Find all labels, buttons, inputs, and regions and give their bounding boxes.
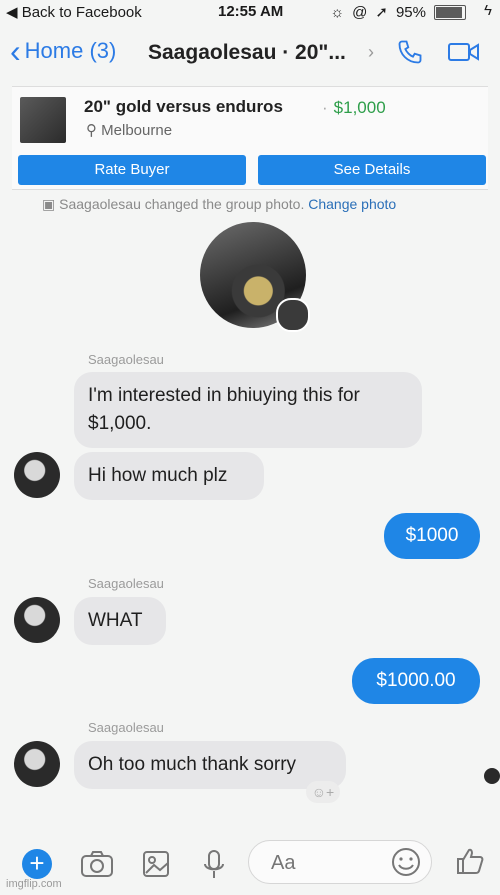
conversation-header: ‹ Home (3) Saagaolesau · 20"... › — [0, 30, 500, 82]
message-input[interactable] — [269, 851, 383, 876]
message-bubble-incoming[interactable]: Oh too much thank sorry — [74, 741, 346, 789]
status-bar: ◀ Back to Facebook 12:55 AM ☼ @ ➚ 95% ϟ — [0, 0, 500, 26]
brightness-icon: ☼ — [330, 3, 345, 21]
change-photo-link[interactable]: Change photo — [308, 196, 396, 212]
message-bubble-incoming[interactable]: Hi how much plz — [74, 452, 264, 500]
avatar[interactable] — [14, 597, 60, 643]
listing-thumbnail[interactable] — [20, 97, 66, 143]
status-icons: ☼ @ ➚ 95% — [330, 3, 466, 21]
battery-fill — [436, 6, 462, 18]
message-bubble-outgoing[interactable]: $1000.00 — [352, 658, 480, 704]
listing-title: 20" gold versus enduros — [84, 97, 283, 116]
location-icon: ➚ — [375, 4, 388, 21]
conversation-title[interactable]: Saagaolesau · 20"... — [148, 41, 346, 65]
sender-name: Saagaolesau — [88, 352, 164, 367]
video-call-icon[interactable] — [448, 41, 480, 63]
chevron-left-icon: ‹ — [10, 33, 21, 69]
listing-location-text: Melbourne — [101, 122, 173, 139]
phone-call-icon[interactable] — [396, 38, 424, 66]
microphone-icon[interactable] — [202, 849, 226, 881]
plus-icon[interactable]: + — [22, 849, 52, 879]
location-pin-icon: ⚲ — [86, 122, 102, 139]
seen-avatar — [484, 768, 500, 784]
marketplace-listing-card: 20" gold versus enduros · $1,000 ⚲ Melbou… — [12, 86, 488, 190]
battery-percent: 95% — [395, 3, 426, 21]
charging-icon: ϟ — [484, 2, 492, 19]
listing-location: ⚲ Melbourne — [86, 121, 172, 139]
listing-price: · $1,000 — [322, 98, 386, 117]
chevron-right-icon[interactable]: › — [368, 42, 374, 63]
system-message: ▣ Saagaolesau changed the group photo. C… — [42, 196, 396, 213]
avatar[interactable] — [14, 452, 60, 498]
home-back-button[interactable]: ‹ Home (3) — [10, 33, 117, 69]
gallery-icon[interactable] — [142, 849, 170, 879]
photo-icon: ▣ — [42, 196, 60, 212]
see-details-button[interactable]: See Details — [258, 155, 486, 185]
listing-price-value: $1,000 — [333, 98, 386, 117]
avatar[interactable] — [14, 741, 60, 787]
camera-icon[interactable] — [80, 849, 114, 879]
message-bubble-incoming[interactable]: I'm interested in bhiuying this for $1,0… — [74, 372, 422, 448]
message-composer: + — [0, 836, 500, 895]
add-reaction-button[interactable]: ☺+ — [306, 781, 340, 803]
thumbs-up-icon[interactable] — [454, 845, 486, 877]
sender-name: Saagaolesau — [88, 720, 164, 735]
watermark: imgflip.com — [6, 878, 62, 890]
photo-badge-avatar — [276, 298, 310, 332]
system-message-text: Saagaolesau changed the group photo. — [59, 196, 305, 212]
clock: 12:55 AM — [218, 3, 284, 20]
back-to-facebook-link[interactable]: ◀ Back to Facebook — [6, 3, 142, 21]
rate-buyer-button[interactable]: Rate Buyer — [18, 155, 246, 185]
message-bubble-incoming[interactable]: WHAT — [74, 597, 166, 645]
home-label: Home (3) — [24, 38, 117, 63]
emoji-icon[interactable] — [390, 846, 422, 878]
battery-icon — [434, 4, 466, 20]
message-bubble-outgoing[interactable]: $1000 — [384, 513, 480, 559]
rotation-lock-icon: @ — [352, 3, 368, 21]
sender-name: Saagaolesau — [88, 576, 164, 591]
